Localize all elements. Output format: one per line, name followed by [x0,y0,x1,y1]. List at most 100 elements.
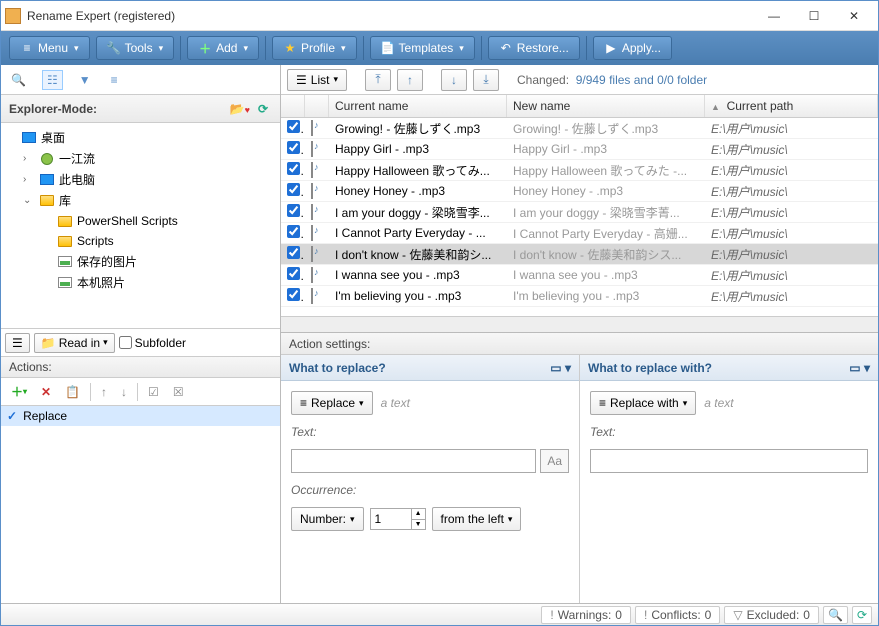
restore-button[interactable]: ↶Restore... [488,36,580,60]
action-toggle1-button[interactable]: ☑ [142,381,165,403]
templates-button[interactable]: 📄Templates▾ [370,36,475,60]
expander-icon[interactable]: › [23,174,35,185]
row-checkbox[interactable] [287,288,300,301]
maximize-button[interactable]: ☐ [794,2,834,30]
nav-down-button[interactable]: ↓ [441,69,467,91]
spin-down[interactable]: ▼ [411,520,425,530]
tree-node[interactable]: Scripts [1,231,280,251]
replacewith-mode-button[interactable]: ≡ Replace with ▾ [590,391,696,415]
expander-icon[interactable]: › [23,153,35,164]
expander-icon[interactable]: ⌄ [23,195,35,206]
row-checkbox[interactable] [287,120,300,133]
cell-new: Honey Honey - .mp3 [507,182,705,200]
grid-header[interactable]: Current name New name ▲ Current path [281,95,878,118]
actions-header: Actions: [1,356,280,378]
replace-mode-button[interactable]: ≡ Replace ▾ [291,391,373,415]
replacewith-text-input[interactable] [590,449,868,473]
action-remove-button[interactable]: ✕ [35,381,57,403]
occurrence-side-button[interactable]: from the left ▾ [432,507,522,531]
cell-path: E:\用户\music\ [705,118,878,139]
row-checkbox[interactable] [287,246,300,259]
col-new[interactable]: New name [507,95,705,117]
row-checkbox[interactable] [287,141,300,154]
action-up-button[interactable]: ↑ [95,381,113,403]
file-grid[interactable]: Current name New name ▲ Current path Gro… [281,95,878,316]
excluded-cell[interactable]: ▽Excluded: 0 [724,606,819,624]
readin-button[interactable]: 📁 Read in ▾ [34,333,115,353]
app-icon [5,8,21,24]
tree-node[interactable]: ›一江流 [1,148,280,169]
actions-list[interactable]: ✓ Replace [1,406,280,603]
file-icon [311,120,313,136]
view-mode-button[interactable]: ☰ List ▾ [287,69,347,91]
right-pane: ☰ List ▾ ⤒ ↑ ↓ ⤓ Changed: 9/949 files an… [281,65,878,603]
close-button[interactable]: ✕ [834,2,874,30]
profile-button[interactable]: ★Profile▾ [272,36,357,60]
folder-tree[interactable]: 桌面›一江流›此电脑⌄库PowerShell ScriptsScripts保存的… [1,123,280,328]
panel-collapse-icon[interactable]: ▭ ▾ [849,361,870,375]
action-row[interactable]: ✓ Replace [1,406,280,426]
conflicts-cell[interactable]: !Conflicts: 0 [635,606,720,624]
explorer-header: Explorer-Mode: 📂♥ ⟳ [1,95,280,123]
tree-node[interactable]: ⌄库 [1,190,280,211]
table-row[interactable]: I don't know - 佐藤美和韵シ...I don't know - 佐… [281,244,878,265]
action-toggle2-button[interactable]: ☒ [167,381,190,403]
nav-up-button[interactable]: ↑ [397,69,423,91]
menu-button[interactable]: ≡Menu▾ [9,36,90,60]
subfolder-checkbox[interactable]: Subfolder [119,336,186,350]
table-row[interactable]: I Cannot Party Everyday - ...I Cannot Pa… [281,223,878,244]
tree-node[interactable]: ›此电脑 [1,169,280,190]
apply-button[interactable]: ▶Apply... [593,36,672,60]
play-icon: ▶ [604,41,618,55]
cell-new: I don't know - 佐藤美和韵シス... [507,244,705,265]
favorite-icon[interactable]: 📂♥ [226,100,254,118]
tree-node[interactable]: PowerShell Scripts [1,211,280,231]
occurrence-mode-button[interactable]: Number: ▾ [291,507,364,531]
table-row[interactable]: Happy Girl - .mp3Happy Girl - .mp3E:\用户\… [281,139,878,160]
row-checkbox[interactable] [287,267,300,280]
table-row[interactable]: I wanna see you - .mp3I wanna see you - … [281,265,878,286]
nav-first-button[interactable]: ⤒ [365,69,391,91]
tree-node[interactable]: 保存的图片 [1,251,280,272]
warnings-cell[interactable]: !Warnings: 0 [541,606,631,624]
row-checkbox[interactable] [287,162,300,175]
table-row[interactable]: Honey Honey - .mp3Honey Honey - .mp3E:\用… [281,181,878,202]
table-row[interactable]: I'm believing you - .mp3I'm believing yo… [281,286,878,307]
row-checkbox[interactable] [287,225,300,238]
panel-collapse-icon[interactable]: ▭ ▾ [550,361,571,375]
col-path[interactable]: ▲ Current path [705,95,878,117]
folder-icon [39,193,55,209]
table-row[interactable]: Happy Halloween 歌ってみ...Happy Halloween 歌… [281,160,878,181]
occurrence-number-input[interactable]: ▲▼ [370,508,426,530]
row-checkbox[interactable] [287,183,300,196]
add-button[interactable]: ＋Add▾ [187,36,259,60]
tree-icon[interactable]: ☷ [42,70,63,90]
cell-current: I am your doggy - 梁晓雪李... [329,202,507,223]
occurrence-label: Occurrence: [291,483,569,497]
filter-icon[interactable]: ▼ [75,71,95,89]
spin-up[interactable]: ▲ [411,509,425,520]
status-search-button[interactable]: 🔍 [823,606,848,624]
readin-list-button[interactable]: ☰ [5,333,30,353]
case-button[interactable]: Aa [540,449,569,473]
search-icon[interactable]: 🔍 [7,71,30,89]
list-icon[interactable]: ≡ [107,71,122,89]
refresh-icon[interactable]: ⟳ [254,100,272,118]
action-add-button[interactable]: ＋▾ [5,379,33,404]
table-row[interactable]: Growing! - 佐藤しずく.mp3Growing! - 佐藤しずく.mp3… [281,118,878,139]
col-current[interactable]: Current name [329,95,507,117]
replace-text-input[interactable] [291,449,536,473]
tools-button[interactable]: 🔧Tools▾ [96,36,175,60]
filelist-toolbar: ☰ List ▾ ⤒ ↑ ↓ ⤓ Changed: 9/949 files an… [281,65,878,95]
horizontal-scrollbar[interactable] [281,316,878,332]
tree-node[interactable]: 桌面 [1,127,280,148]
row-checkbox[interactable] [287,204,300,217]
user-icon [39,151,55,167]
status-refresh-button[interactable]: ⟳ [852,606,872,624]
action-down-button[interactable]: ↓ [115,381,133,403]
table-row[interactable]: I am your doggy - 梁晓雪李...I am your doggy… [281,202,878,223]
action-copy-button[interactable]: 📋 [59,381,86,403]
minimize-button[interactable]: — [754,2,794,30]
nav-last-button[interactable]: ⤓ [473,69,499,91]
tree-node[interactable]: 本机照片 [1,272,280,293]
